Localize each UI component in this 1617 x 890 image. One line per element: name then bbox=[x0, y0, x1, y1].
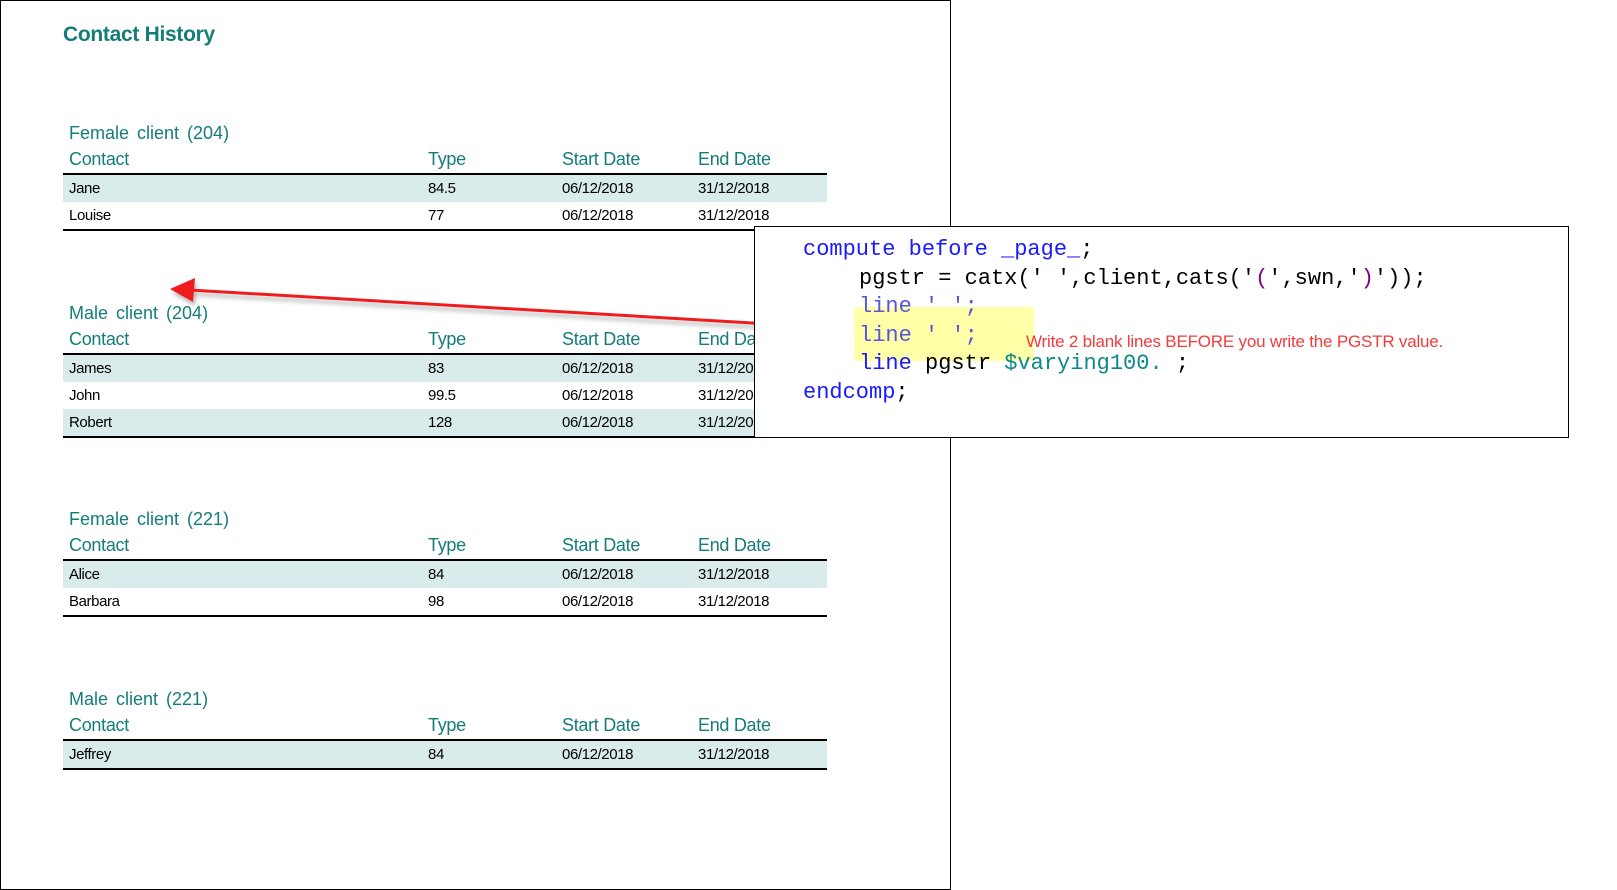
code-line: compute before _page_; bbox=[803, 237, 1094, 262]
arrow-annotation bbox=[170, 278, 856, 331]
arrow-head-icon bbox=[170, 278, 195, 302]
code-line: pgstr = catx(' ',client,cats('(',swn,')'… bbox=[859, 266, 1427, 291]
code-line: line ' '; bbox=[859, 323, 978, 348]
code-line: line ' '; bbox=[859, 294, 978, 319]
code-line: line pgstr $varying100. ; bbox=[859, 351, 1190, 376]
code-callout: compute before _page_; pgstr = catx(' ',… bbox=[754, 226, 1569, 438]
code-line: endcomp; bbox=[803, 380, 909, 405]
annotation-note: Write 2 blank lines BEFORE you write the… bbox=[1026, 332, 1444, 351]
